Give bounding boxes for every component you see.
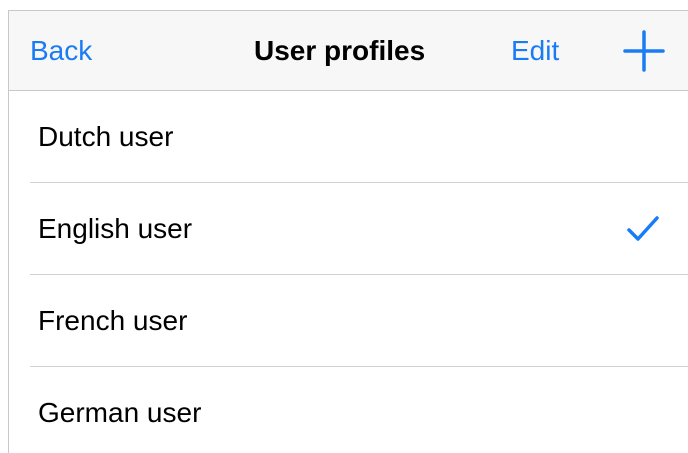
list-item-label: English user	[38, 213, 193, 244]
add-profile-button[interactable]	[623, 30, 665, 72]
list-item-label: Dutch user	[38, 121, 174, 152]
plus-icon	[623, 30, 665, 72]
checkmark-icon	[626, 215, 660, 243]
navigation-bar: Back User profiles Edit	[9, 11, 688, 91]
back-button[interactable]: Back	[30, 11, 92, 91]
profile-list: Dutch user English user French user Germ…	[9, 91, 688, 453]
list-item-german-user[interactable]: German user	[9, 367, 688, 453]
list-item-english-user[interactable]: English user	[9, 183, 688, 275]
screen-frame: Back User profiles Edit Dutch user Engli…	[8, 10, 688, 453]
list-item-label: French user	[38, 305, 188, 336]
edit-button[interactable]: Edit	[511, 11, 559, 91]
page-title: User profiles	[254, 35, 426, 66]
list-item-dutch-user[interactable]: Dutch user	[9, 91, 688, 183]
user-profiles-screen: Back User profiles Edit Dutch user Engli…	[0, 0, 688, 453]
list-item-label: German user	[38, 397, 202, 428]
list-item-french-user[interactable]: French user	[9, 275, 688, 367]
